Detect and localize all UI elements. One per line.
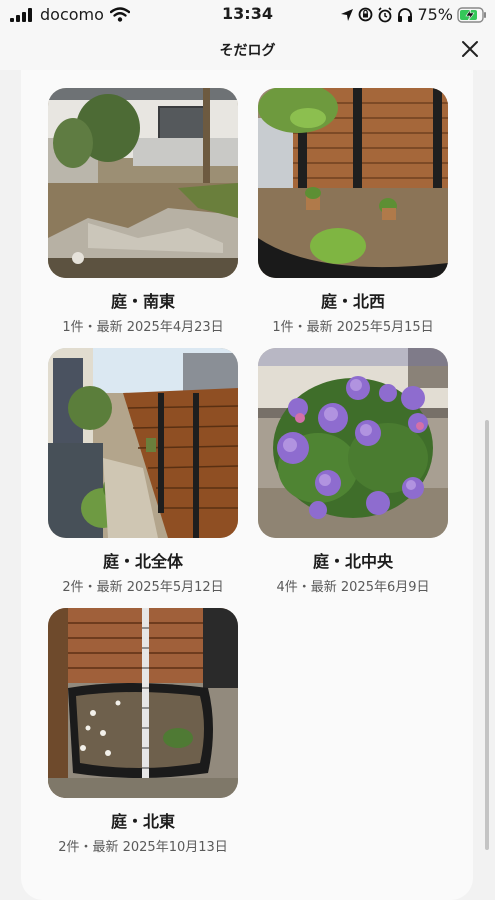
album-card[interactable]: 庭・北西 1件・最新 2025年5月15日 (258, 88, 448, 335)
app-header: そだログ (0, 30, 495, 70)
garden-photo-southeast (48, 88, 238, 278)
location-icon (341, 8, 354, 21)
album-meta: 2件・最新 2025年5月12日 (62, 580, 224, 595)
garden-photo-northeast (48, 608, 238, 798)
album-card[interactable]: 庭・北東 2件・最新 2025年10月13日 (48, 608, 238, 855)
album-title: 庭・北全体 (102, 552, 183, 571)
album-thumbnail[interactable] (48, 88, 238, 278)
garden-photo-north-center (258, 348, 448, 538)
battery-percent: 75% (417, 5, 453, 24)
album-title: 庭・北東 (110, 812, 175, 831)
garden-photo-north-overall (48, 348, 238, 538)
album-thumbnail[interactable] (258, 88, 448, 278)
page-title: そだログ (219, 43, 276, 59)
album-meta: 4件・最新 2025年6月9日 (276, 580, 430, 595)
album-card[interactable]: 庭・北全体 2件・最新 2025年5月12日 (48, 348, 238, 595)
screen-lock-icon (359, 7, 373, 22)
album-card[interactable]: 庭・南東 1件・最新 2025年4月23日 (48, 88, 238, 335)
album-meta: 1件・最新 2025年5月15日 (272, 320, 434, 335)
close-button[interactable] (459, 38, 481, 60)
album-title: 庭・南東 (110, 292, 175, 311)
scrollbar[interactable] (485, 420, 489, 850)
battery-charging-icon (457, 6, 486, 23)
status-bar: docomo 13:34 75% (0, 0, 495, 30)
album-thumbnail[interactable] (48, 348, 238, 538)
album-title: 庭・北中央 (312, 552, 393, 571)
status-right: 75% (340, 5, 487, 24)
headphones-icon (398, 7, 413, 22)
album-card[interactable]: 庭・北中央 4件・最新 2025年6月9日 (258, 348, 448, 595)
garden-photo-northwest (258, 88, 448, 278)
album-sheet: 庭・南東 1件・最新 2025年4月23日 庭・北西 1件・最新 2025年5月… (21, 70, 473, 900)
album-thumbnail[interactable] (258, 348, 448, 538)
album-meta: 2件・最新 2025年10月13日 (58, 840, 228, 855)
album-meta: 1件・最新 2025年4月23日 (62, 320, 224, 335)
album-title: 庭・北西 (320, 292, 385, 311)
alarm-icon (378, 6, 393, 22)
album-thumbnail[interactable] (48, 608, 238, 798)
